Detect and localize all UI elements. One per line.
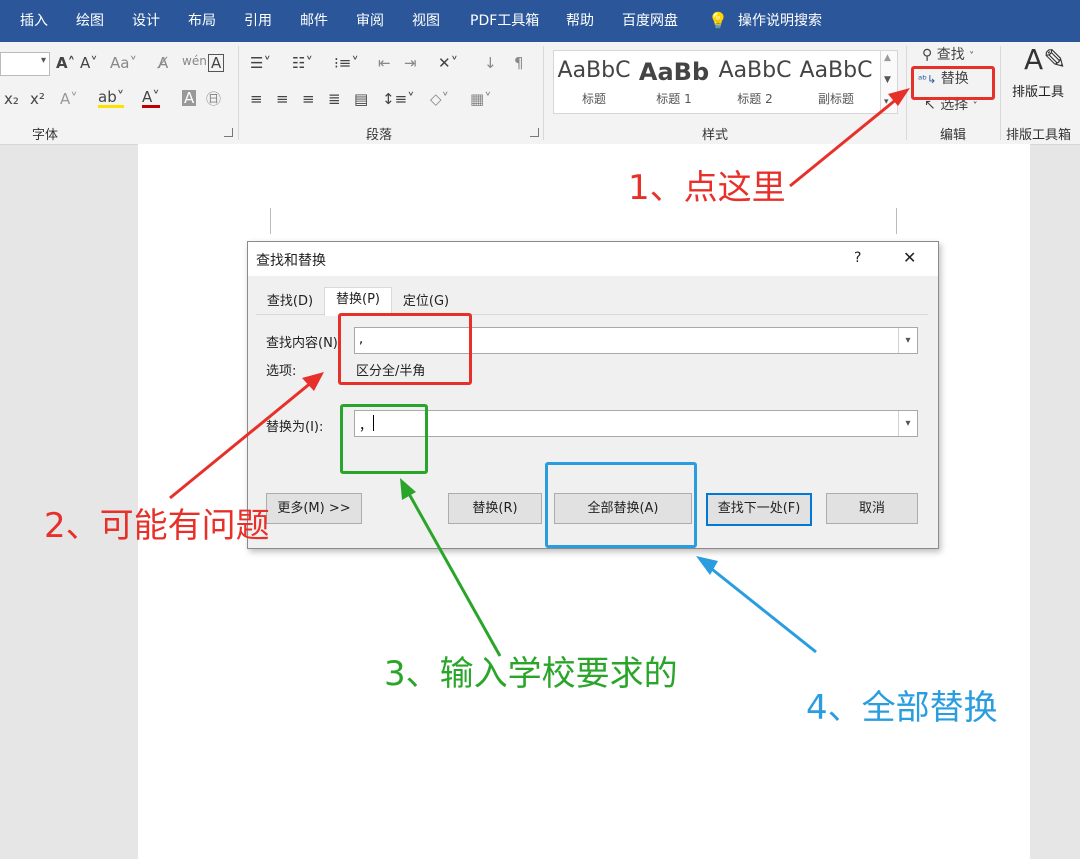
highlight-replace-ribbon xyxy=(911,66,995,100)
annotation-step2: 2、可能有问题 xyxy=(44,506,270,546)
annotation-step3: 3、输入学校要求的 xyxy=(384,654,678,694)
annotation-step1: 1、点这里 xyxy=(628,168,786,208)
annotation-step4: 4、全部替换 xyxy=(806,688,998,728)
arrow-step1 xyxy=(789,96,899,188)
arrow-step4 xyxy=(707,564,817,654)
highlight-find-field xyxy=(338,313,472,385)
highlight-replace-field xyxy=(340,404,428,474)
arrow-step2 xyxy=(169,380,313,500)
highlight-replace-all xyxy=(545,462,697,548)
arrow-head xyxy=(400,478,416,500)
arrow-step3 xyxy=(406,491,502,657)
annotation-overlay xyxy=(169,88,910,657)
